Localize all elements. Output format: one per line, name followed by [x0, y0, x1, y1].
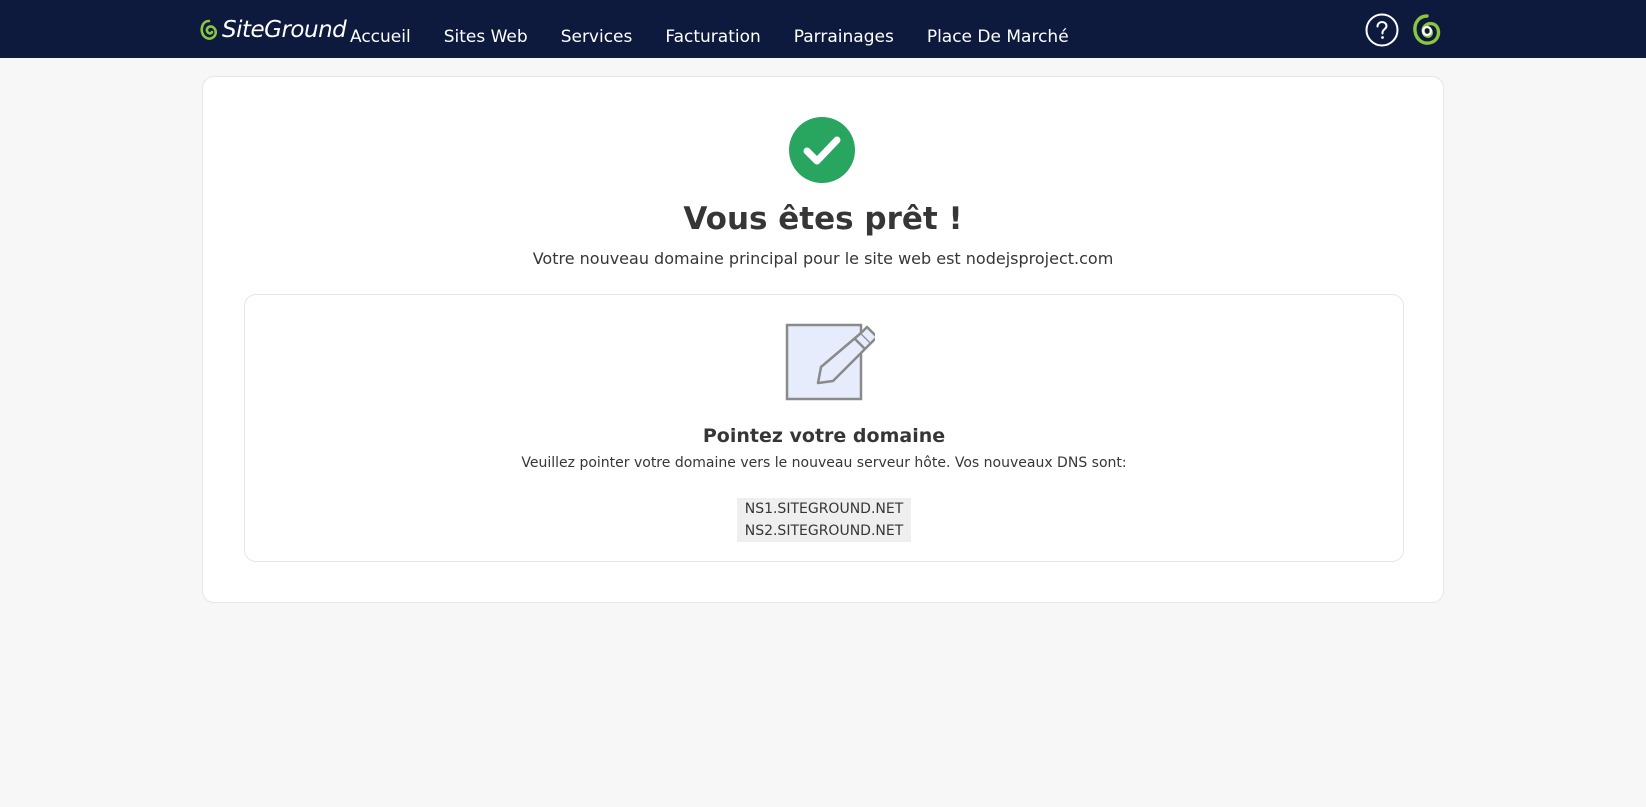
nav-item-facturation[interactable]: Facturation [665, 27, 760, 47]
success-panel: Vous êtes prêt ! Votre nouveau domaine p… [202, 76, 1444, 603]
main-nav: Accueil Sites Web Services Facturation P… [350, 0, 1102, 58]
siteground-logo[interactable]: SiteGround [200, 16, 347, 44]
check-circle-icon [789, 117, 855, 183]
nav-item-place-de-marche[interactable]: Place De Marché [927, 27, 1069, 47]
siteground-swirl-icon [200, 19, 218, 40]
dns-card-description: Veuillez pointer votre domaine vers le n… [521, 455, 1127, 471]
edit-document-icon [785, 317, 879, 401]
logo-text: SiteGround [222, 17, 347, 43]
nav-item-services[interactable]: Services [561, 27, 633, 47]
domain-subtitle: Votre nouveau domaine principal pour le … [532, 249, 1114, 268]
siteground-account-icon [1413, 14, 1441, 45]
nameserver-item[interactable]: NS1.SITEGROUND.NET [736, 498, 912, 520]
page-title: Vous êtes prêt ! [683, 201, 963, 237]
nameserver-list: NS1.SITEGROUND.NET NS2.SITEGROUND.NET [245, 498, 1403, 542]
question-circle-icon [1365, 13, 1399, 47]
nav-item-parrainages[interactable]: Parrainages [794, 27, 894, 47]
dns-card-title: Pointez votre domaine [702, 425, 946, 447]
help-button[interactable] [1365, 13, 1399, 47]
nav-item-sites-web[interactable]: Sites Web [444, 27, 528, 47]
nav-item-accueil[interactable]: Accueil [350, 27, 411, 47]
top-navigation-bar: SiteGround Accueil Sites Web Services Fa… [0, 0, 1646, 58]
account-button[interactable] [1410, 13, 1444, 47]
dns-instructions-card: Pointez votre domaine Veuillez pointer v… [244, 294, 1404, 562]
nameserver-item[interactable]: NS2.SITEGROUND.NET [736, 520, 912, 542]
